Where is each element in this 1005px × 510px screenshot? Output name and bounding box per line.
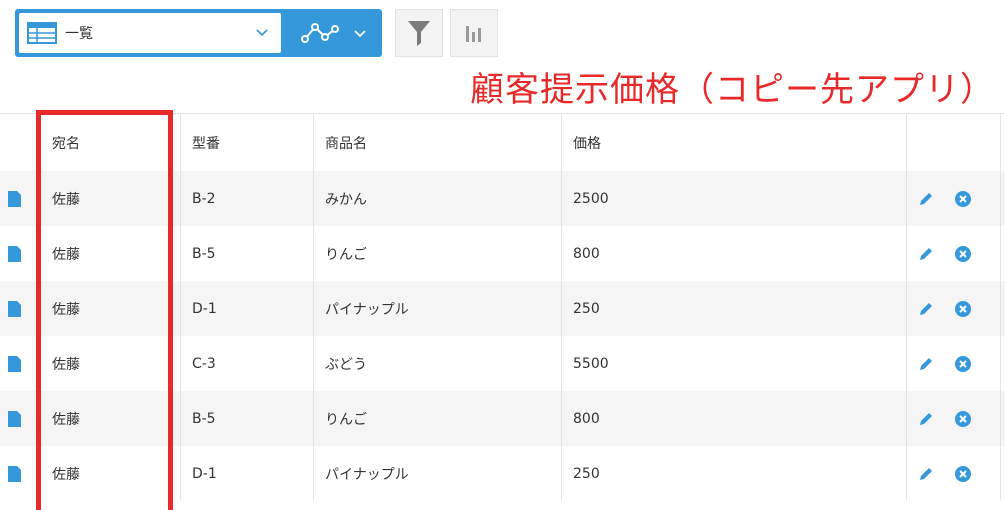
column-header-model[interactable]: 型番 — [180, 114, 313, 171]
graph-menu-button[interactable] — [285, 9, 382, 57]
cell-product: パイナップル — [325, 466, 409, 483]
record-detail-link[interactable] — [0, 226, 40, 281]
record-detail-link[interactable] — [0, 391, 40, 446]
cell-price: 5500 — [573, 355, 609, 372]
cell-price: 250 — [573, 465, 600, 482]
annotation-label: 顧客提示価格（コピー先アプリ） — [470, 70, 995, 110]
toolbar: 一覧 — [15, 8, 498, 58]
filter-button[interactable] — [395, 9, 443, 57]
pencil-icon[interactable] — [918, 246, 934, 262]
view-selector[interactable]: 一覧 — [15, 9, 287, 57]
pencil-icon[interactable] — [918, 356, 934, 372]
graph-button[interactable] — [450, 9, 498, 57]
pencil-icon[interactable] — [918, 191, 934, 207]
document-icon — [8, 245, 21, 262]
delete-icon[interactable] — [954, 300, 972, 318]
column-divider — [313, 113, 314, 500]
record-detail-link[interactable] — [0, 281, 40, 336]
column-divider — [906, 113, 907, 500]
row-actions — [906, 336, 1000, 391]
record-detail-link[interactable] — [0, 446, 40, 501]
highlight-box — [36, 110, 173, 510]
cell-product: ぶどう — [325, 356, 367, 373]
record-detail-link[interactable] — [0, 336, 40, 391]
cell-model: B-2 — [192, 190, 216, 207]
cell-price: 800 — [573, 245, 600, 262]
delete-icon[interactable] — [954, 355, 972, 373]
pencil-icon[interactable] — [918, 466, 934, 482]
delete-icon[interactable] — [954, 465, 972, 483]
pencil-icon[interactable] — [918, 411, 934, 427]
cell-product: りんご — [325, 246, 367, 263]
cell-model: C-3 — [192, 355, 216, 372]
cell-model: B-5 — [192, 410, 216, 427]
column-divider — [561, 113, 562, 500]
table-icon — [27, 22, 57, 44]
bar-chart-icon — [466, 26, 481, 42]
filter-icon — [408, 21, 430, 46]
chevron-down-icon — [353, 30, 366, 38]
document-icon — [8, 410, 21, 427]
delete-icon[interactable] — [954, 190, 972, 208]
document-icon — [8, 355, 21, 372]
column-header-price[interactable]: 価格 — [561, 114, 906, 171]
cell-model: D-1 — [192, 300, 217, 317]
cell-product: パイナップル — [325, 301, 409, 318]
cell-product: みかん — [325, 191, 367, 208]
record-detail-link[interactable] — [0, 171, 40, 226]
chevron-down-icon — [256, 29, 268, 37]
row-actions — [906, 446, 1000, 501]
delete-icon[interactable] — [954, 245, 972, 263]
column-divider — [1000, 113, 1001, 500]
cell-model: B-5 — [192, 245, 216, 262]
view-name: 一覧 — [65, 26, 93, 42]
row-actions — [906, 226, 1000, 281]
row-actions — [906, 391, 1000, 446]
document-icon — [8, 300, 21, 317]
cell-product: りんご — [325, 411, 367, 428]
document-icon — [8, 190, 21, 207]
pencil-icon[interactable] — [918, 301, 934, 317]
graph-icon — [300, 23, 339, 43]
cell-model: D-1 — [192, 465, 217, 482]
view-select-field[interactable]: 一覧 — [19, 13, 281, 53]
cell-price: 800 — [573, 410, 600, 427]
cell-price: 2500 — [573, 190, 609, 207]
document-icon — [8, 465, 21, 482]
row-actions — [906, 171, 1000, 226]
column-divider — [180, 113, 181, 500]
delete-icon[interactable] — [954, 410, 972, 428]
cell-price: 250 — [573, 300, 600, 317]
column-header-product[interactable]: 商品名 — [313, 114, 561, 171]
row-actions — [906, 281, 1000, 336]
